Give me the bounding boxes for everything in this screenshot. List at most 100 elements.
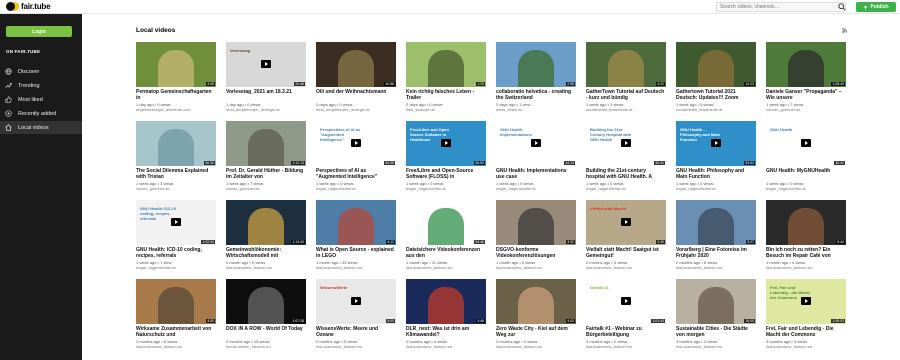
video-card[interactable]: 1:12:13 Prof. Dr. Gerald Hüther - Bildung… <box>226 121 306 191</box>
video-thumbnail[interactable]: 4:50 <box>136 279 216 324</box>
video-account[interactable]: lisa.kostronew_fairkom.eu <box>136 344 216 349</box>
video-thumbnail[interactable]: 1:12:13 <box>226 121 306 166</box>
video-title[interactable]: Daniele Ganser "Propaganda" – Wie unsere <box>766 89 846 101</box>
search-icon[interactable] <box>838 3 846 11</box>
video-account[interactable]: lisa.kostronew_fairkom.eu <box>316 265 396 270</box>
video-thumbnail[interactable]: 54:46 <box>406 200 486 245</box>
logo[interactable]: fair.tube <box>0 0 82 14</box>
video-thumbnail[interactable]: Vorlesetag 20:46 <box>226 42 306 87</box>
video-title[interactable]: GNU Health: ICD-10 coding, recipes, refe… <box>136 247 216 259</box>
sidebar-item-local-videos[interactable]: Local videos <box>0 121 82 134</box>
video-thumbnail[interactable]: 13:23 <box>676 42 756 87</box>
video-title[interactable]: Zero Waste City - Kiel auf dem Weg zur <box>496 326 576 338</box>
video-thumbnail[interactable]: 4:46 <box>406 279 486 324</box>
video-thumbnail[interactable]: 2:58 <box>496 42 576 87</box>
video-card[interactable]: 4:46 DLR_next: Was ist drin am Klimawande… <box>406 279 486 349</box>
video-title[interactable]: GNU Health: Philosophy and Main Function <box>676 168 756 180</box>
video-card[interactable]: 13:23 Gathertown Tutorial 2021 Deutsch: U… <box>676 42 756 112</box>
video-account[interactable]: lisa.kostronew_fairkom.eu <box>226 265 306 270</box>
video-title[interactable]: Kein richtig falsches Leben - Trailer <box>406 89 486 101</box>
video-account[interactable]: lisa.kostronew_fairkom.eu <box>766 265 846 270</box>
video-thumbnail[interactable]: fairtalk #1 1:01:44 <box>586 279 666 324</box>
video-title[interactable]: Vorarlberg | Eine Fotoreise im Frühjahr … <box>676 247 756 259</box>
video-card[interactable]: Vielfalt statt Macht! 2:49 Vielfalt statt … <box>586 200 666 270</box>
video-card[interactable]: fairtalk #1 1:01:44 Fairtalk #1 - Webinar … <box>586 279 666 349</box>
video-thumbnail[interactable]: 1:28:40 <box>766 42 846 87</box>
video-account[interactable]: voices_goenner.de <box>136 186 216 191</box>
video-thumbnail[interactable]: Perspectives of AI as "Augmented Intelli… <box>316 121 396 166</box>
video-title[interactable]: Wirksame Zusammenarbeit von Naturschutz … <box>136 326 216 338</box>
sidebar-item-trending[interactable]: Trending <box>0 79 82 92</box>
video-card[interactable]: 54:46 Dateisichere Videokonferenzen aus d… <box>406 200 486 270</box>
video-title[interactable]: Vorlesetag_2021 am 18.3.21 <box>226 89 306 101</box>
video-title[interactable]: Building the 21st-century hospital with … <box>586 168 666 180</box>
video-title[interactable]: WissensWerte: Meere und Ozeane <box>316 326 396 338</box>
video-card[interactable]: 4:45 Permatop Gemeinschaftsgarten in 1 day… <box>136 42 216 112</box>
video-title[interactable]: Olli und der Weihnachtsmann <box>316 89 396 101</box>
video-title[interactable]: Sustainable Cities - Die Städte von morg… <box>676 326 756 338</box>
video-title[interactable]: GNU Health: MyGNUHealth <box>766 168 846 180</box>
video-card[interactable]: 5:44 Bin ich noch zu retten? Ein Besuch i… <box>766 200 846 270</box>
video-title[interactable]: DSGVO-konforme Videokonferenzlösungen <box>496 247 576 259</box>
video-title[interactable]: DOX IN A ROW - World Of Today <box>226 326 306 338</box>
video-title[interactable]: Fairtalk #1 - Webinar zu Bürgerbeteiligu… <box>586 326 666 338</box>
video-thumbnail[interactable]: 5:44 <box>766 200 846 245</box>
video-account[interactable]: lisa.kostronew_fairkom.eu <box>586 344 666 349</box>
video-title[interactable]: Frei, Fair und Lebendig - Die Macht der … <box>766 326 846 338</box>
video-account[interactable]: lisa.kostronew_fairkom.eu <box>406 265 486 270</box>
video-title[interactable]: What is Open Source - explained in LEGO <box>316 247 396 259</box>
video-account[interactable]: angeknickzugel_allmende.com <box>136 107 216 112</box>
video-card[interactable]: 4:42 Zero Waste City - Kiel auf dem Weg z… <box>496 279 576 349</box>
video-account[interactable]: lisa.kostronew_fairkom.eu <box>676 265 756 270</box>
video-card[interactable]: GNU Health Implementations 44:13 GNU Healt… <box>496 121 576 191</box>
video-card[interactable]: 10:56 Olli und der Weihnachtsmann 2 days a… <box>316 42 396 112</box>
video-title[interactable]: Bin ich noch zu retten? Ein Besuch im Re… <box>766 247 846 259</box>
video-card[interactable]: 4:12 What is Open Source - explained in L… <box>316 200 396 270</box>
video-account[interactable]: edgar_hagenbichler.at <box>316 186 396 191</box>
video-card[interactable]: 1:29 Kein richtig falsches Leben - Traile… <box>406 42 486 112</box>
video-card[interactable]: WissensWerte 5:00 WissensWerte: Meere und … <box>316 279 396 349</box>
video-account[interactable]: edgar_hagenbichler.at <box>766 186 846 191</box>
video-card[interactable]: Perspectives of AI as "Augmented Intelli… <box>316 121 396 191</box>
video-account[interactable]: lisa.kostronew_fairkom.eu <box>406 344 486 349</box>
video-card[interactable]: 1:28:40 Daniele Ganser "Propaganda" – Wie… <box>766 42 846 112</box>
video-title[interactable]: Free/Libre and Open-Source Software (FLO… <box>406 168 486 180</box>
video-card[interactable]: 4:22 GatherTown Tutorial auf Deutsch - ku… <box>586 42 666 112</box>
video-thumbnail[interactable]: WissensWerte 5:00 <box>316 279 396 324</box>
video-card[interactable]: Vorlesetag 20:46 Vorlesetag_2021 am 18.3.2… <box>226 42 306 112</box>
video-thumbnail[interactable]: 15:00 <box>676 279 756 324</box>
video-title[interactable]: GatherTown Tutorial auf Deutsch - kurz u… <box>586 89 666 101</box>
video-account[interactable]: lisa.kostronew_fairkom.eu <box>586 265 666 270</box>
video-thumbnail[interactable]: 10:56 <box>316 42 396 87</box>
video-account[interactable]: edgar_hagenbichler.at <box>136 265 216 270</box>
video-title[interactable]: Gathertown Tutorial 2021 Deutsch: Update… <box>676 89 756 101</box>
sidebar-item-discover[interactable]: Discover <box>0 65 82 78</box>
video-thumbnail[interactable]: Frei, Fair und Lebendig - die Macht der … <box>766 279 846 324</box>
video-thumbnail[interactable]: 4:12 <box>316 200 396 245</box>
video-account[interactable]: fidis_stuezpe.de <box>406 107 486 112</box>
video-account[interactable]: florian.kirilder_fairkom.eu <box>226 344 306 349</box>
search-input[interactable] <box>716 2 846 12</box>
video-thumbnail[interactable]: 1:13:40 <box>226 200 306 245</box>
video-thumbnail[interactable]: 4:22 <box>586 42 666 87</box>
video-thumbnail[interactable]: 1:07:28 <box>226 279 306 324</box>
video-thumbnail[interactable]: 5:27 <box>676 200 756 245</box>
video-account[interactable]: edgar_hagenbichler.at <box>676 186 756 191</box>
video-thumbnail[interactable]: Vielfalt statt Macht! 2:49 <box>586 200 666 245</box>
video-thumbnail[interactable]: GNU Health ICD-10 coding, recipes, refer… <box>136 200 216 245</box>
video-thumbnail[interactable]: GNU Health 40:41 <box>766 121 846 166</box>
video-account[interactable]: voices_goenner.de <box>226 186 306 191</box>
video-title[interactable]: collaboratio helvetica - creating the Sw… <box>496 89 576 101</box>
video-account[interactable]: conner_goenner.de <box>766 107 846 112</box>
video-card[interactable]: Building the 21st Century Hospital with … <box>586 121 666 191</box>
video-title[interactable]: Permatop Gemeinschaftsgarten in <box>136 89 216 101</box>
video-title[interactable]: Perspectives of AI as "Augmented Intelli… <box>316 168 396 180</box>
video-account[interactable]: lisa.kostronew_fairkom.eu <box>496 265 576 270</box>
video-title[interactable]: Vielfalt statt Macht! Saatgut ist Gemein… <box>586 247 666 259</box>
video-account[interactable]: lisa.kostronew_fairkom.eu <box>316 344 396 349</box>
video-card[interactable]: 15:00 Sustainable Cities - Die Städte von… <box>676 279 756 349</box>
video-card[interactable]: GNU Health 40:41 GNU Health: MyGNUHealth 1 … <box>766 121 846 191</box>
sidebar-item-recently-added[interactable]: Recently added <box>0 107 82 120</box>
video-thumbnail[interactable]: Building the 21st Century Hospital with … <box>586 121 666 166</box>
video-account[interactable]: lisa.kostronew_fairkom.eu <box>676 344 756 349</box>
